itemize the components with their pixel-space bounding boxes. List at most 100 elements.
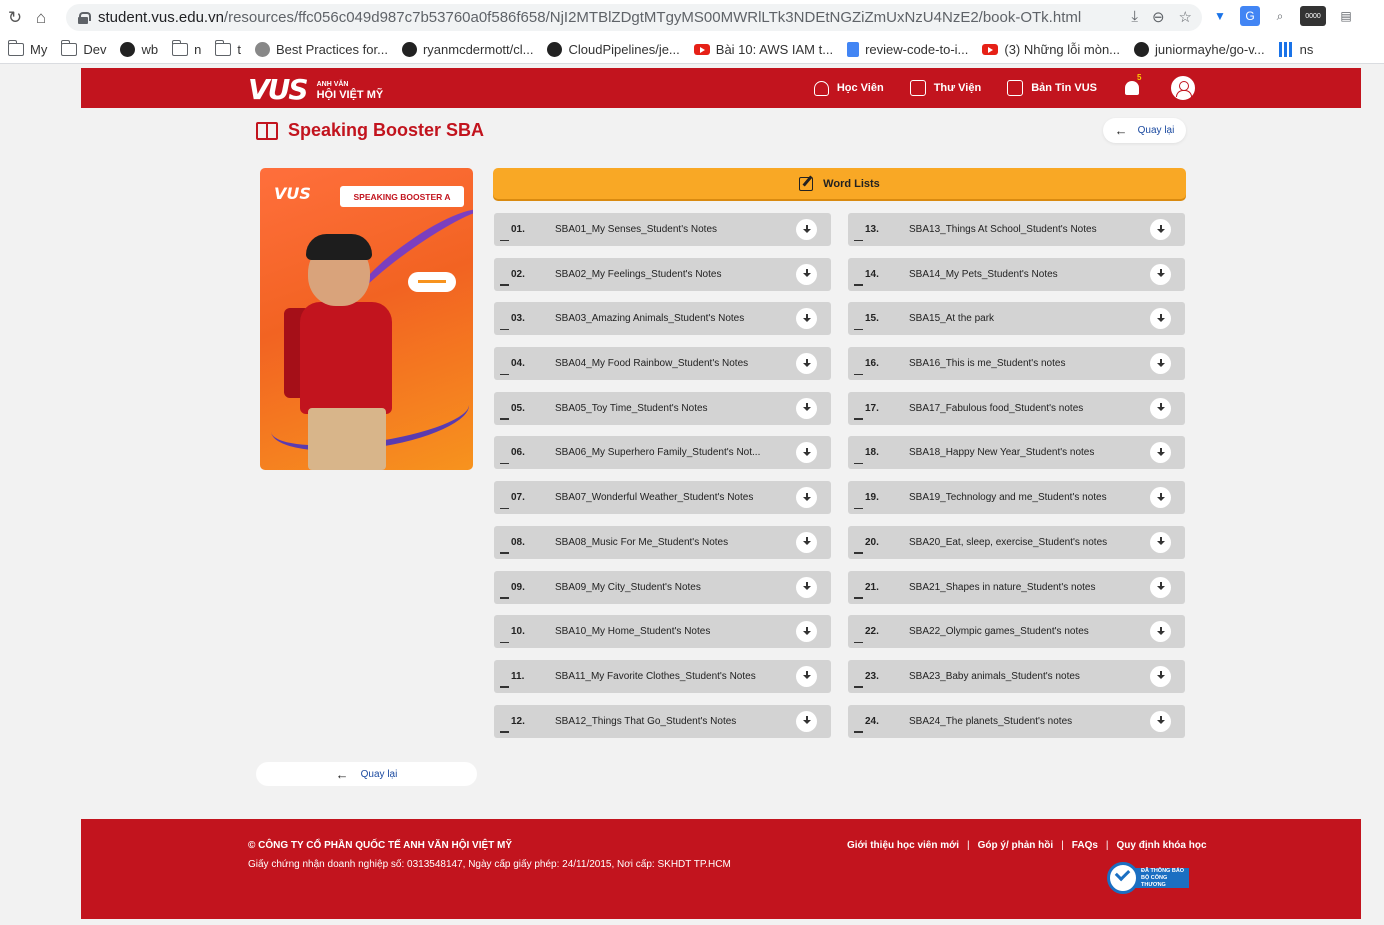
download-icon [1156,358,1165,369]
download-button[interactable] [500,308,817,331]
file-row[interactable]: 12. SBA12_Things That Go_Student's Notes [494,704,831,738]
bookmark-folder[interactable]: Dev [60,40,106,57]
file-row[interactable]: 15. SBA15_At the park [848,302,1185,336]
file-row[interactable]: 07. SBA07_Wonderful Weather_Student's Not… [494,481,831,515]
nav-news[interactable]: Bản Tin VUS [1007,80,1097,96]
search-extension-icon[interactable]: ⌕ [1270,6,1290,26]
reload-icon[interactable]: ↻ [4,7,26,29]
bookmark-folder[interactable]: t [214,40,241,57]
download-button[interactable] [854,487,1171,510]
file-row[interactable]: 04. SBA04_My Food Rainbow_Student's Notes [494,347,831,381]
download-button[interactable] [500,621,817,644]
file-row[interactable]: 23. SBA23_Baby animals_Student's notes [848,659,1185,693]
file-row[interactable]: 02. SBA02_My Feelings_Student's Notes [494,257,831,291]
download-button[interactable] [500,263,817,286]
download-button[interactable] [500,442,817,465]
github-icon [547,42,563,57]
file-row[interactable]: 18. SBA18_Happy New Year_Student's notes [848,436,1185,470]
file-row[interactable]: 20. SBA20_Eat, sleep, exercise_Student's … [848,525,1185,559]
download-button[interactable] [500,219,817,241]
download-icon [802,403,811,413]
file-row[interactable]: 03. SBA03_Amazing Animals_Student's Notes [494,302,831,336]
file-row[interactable]: 24. SBA24_The planets_Student's notes [848,704,1185,738]
download-button[interactable] [854,710,1171,733]
bookmark-link[interactable]: Best Practices for... [254,42,388,57]
bookmark-link[interactable]: wb [120,42,158,57]
footer-link-rules[interactable]: Quy định khóa học [1117,840,1207,851]
file-row[interactable]: 10. SBA10_My Home_Student's Notes [494,615,831,649]
keyboard-extension-icon[interactable]: ▤ [1336,6,1356,26]
registered-badge[interactable]: ĐÃ THÔNG BÁO BỘ CÔNG THƯƠNG [1107,861,1195,895]
file-name: SBA01_My Senses_Student's Notes [555,224,718,235]
footer-link-feedback[interactable]: Góp ý/ phản hồi [978,840,1054,851]
download-button[interactable] [854,353,1171,376]
notification-bell[interactable]: 5 [1123,73,1141,97]
file-name: SBA07_Wonderful Weather_Student's Notes [555,492,754,504]
nav-library[interactable]: Thư Viện [909,80,981,96]
star-icon[interactable]: ☆ [1179,8,1192,26]
file-row[interactable]: 08. SBA08_Music For Me_Student's Notes [494,525,831,559]
bookmark-link[interactable]: juniormayhe/go-v... [1134,42,1265,57]
nav-student[interactable]: Học Viên [813,80,884,96]
download-button[interactable] [500,487,817,510]
file-row[interactable]: 05. SBA05_Toy Time_Student's Notes [494,391,831,425]
download-button[interactable] [854,531,1171,554]
file-row[interactable]: 21. SBA21_Shapes in nature_Student's note… [848,570,1185,604]
download-button[interactable] [854,665,1171,688]
bookmark-folder[interactable]: n [171,40,201,57]
install-icon[interactable]: ⤓ [1131,8,1138,26]
file-number: 10. [511,626,525,638]
file-row[interactable]: 14. SBA14_My Pets_Student's Notes [848,257,1185,291]
file-name: SBA03_Amazing Animals_Student's Notes [555,313,745,325]
back-button-top[interactable]: ← Quay lại [1103,118,1186,143]
bookmark-link[interactable]: ns [1278,42,1313,57]
file-row[interactable]: 06. SBA06_My Superhero Family_Student's N… [494,436,831,470]
file-row[interactable]: 19. SBA19_Technology and me_Student's not… [848,481,1185,515]
download-button[interactable] [500,665,817,688]
translate-icon[interactable]: G [1240,6,1260,26]
download-button[interactable] [500,397,817,420]
download-button[interactable] [854,621,1171,644]
file-row[interactable]: 09. SBA09_My City_Student's Notes [494,570,831,604]
home-icon[interactable]: ⌂ [30,7,52,29]
url-path: /resources/ffc056c049d987c7b53760a0f586f… [223,9,1082,26]
footer-link-faqs[interactable]: FAQs [1072,840,1098,851]
file-name: SBA02_My Feelings_Student's Notes [555,268,722,280]
download-button[interactable] [500,353,817,376]
vus-logo[interactable]: VUS ANH VĂN HỘI VIỆT MỸ [248,73,383,106]
bookmark-link[interactable]: (3) Những lỗi mòn... [982,42,1120,57]
download-button[interactable] [854,308,1171,331]
bookmark-link[interactable]: CloudPipelines/je... [547,42,680,57]
footer-license: Giấy chứng nhận doanh nghiệp số: 0313548… [248,859,731,870]
file-row[interactable]: 16. SBA16_This is me_Student's notes [848,347,1185,381]
download-button[interactable] [500,576,817,599]
download-button[interactable] [500,710,817,733]
download-button[interactable] [500,531,817,554]
download-button[interactable] [854,442,1171,465]
back-button-bottom[interactable]: ← Quay lại [256,762,477,786]
download-icon [1156,716,1165,726]
bookmark-link[interactable]: Bài 10: AWS IAM t... [693,42,833,57]
file-row[interactable]: 13. SBA13_Things At School_Student's Note… [848,213,1185,246]
extension-v-icon[interactable]: ▼ [1210,6,1230,26]
bookmark-link[interactable]: review-code-to-i... [847,42,968,57]
file-row[interactable]: 17. SBA17_Fabulous food_Student's notes [848,391,1185,425]
folder-icon [60,40,78,56]
file-row[interactable]: 22. SBA22_Olympic games_Student's notes [848,615,1185,649]
grid-icon [1278,42,1294,57]
address-bar[interactable]: student.vus.edu.vn/resources/ffc056c049d… [66,4,1202,31]
avatar[interactable] [1171,76,1195,100]
file-row[interactable]: 11. SBA11_My Favorite Clothes_Student's N… [494,659,831,693]
file-row[interactable]: 01. SBA01_My Senses_Student's Notes [494,213,831,246]
footer-link-intro[interactable]: Giới thiệu học viên mới [847,840,959,851]
download-button[interactable] [854,263,1171,286]
download-button[interactable] [854,219,1171,241]
zoom-icon[interactable]: ⊖ [1152,8,1165,26]
file-name: SBA18_Happy New Year_Student's notes [909,447,1095,459]
bookmark-folder[interactable]: My [7,40,47,57]
download-button[interactable] [854,576,1171,599]
file-number: 11. [511,670,525,682]
download-button[interactable] [854,397,1171,420]
counter-extension-icon[interactable]: 0000 [1300,6,1326,26]
bookmark-link[interactable]: ryanmcdermott/cl... [401,42,533,57]
